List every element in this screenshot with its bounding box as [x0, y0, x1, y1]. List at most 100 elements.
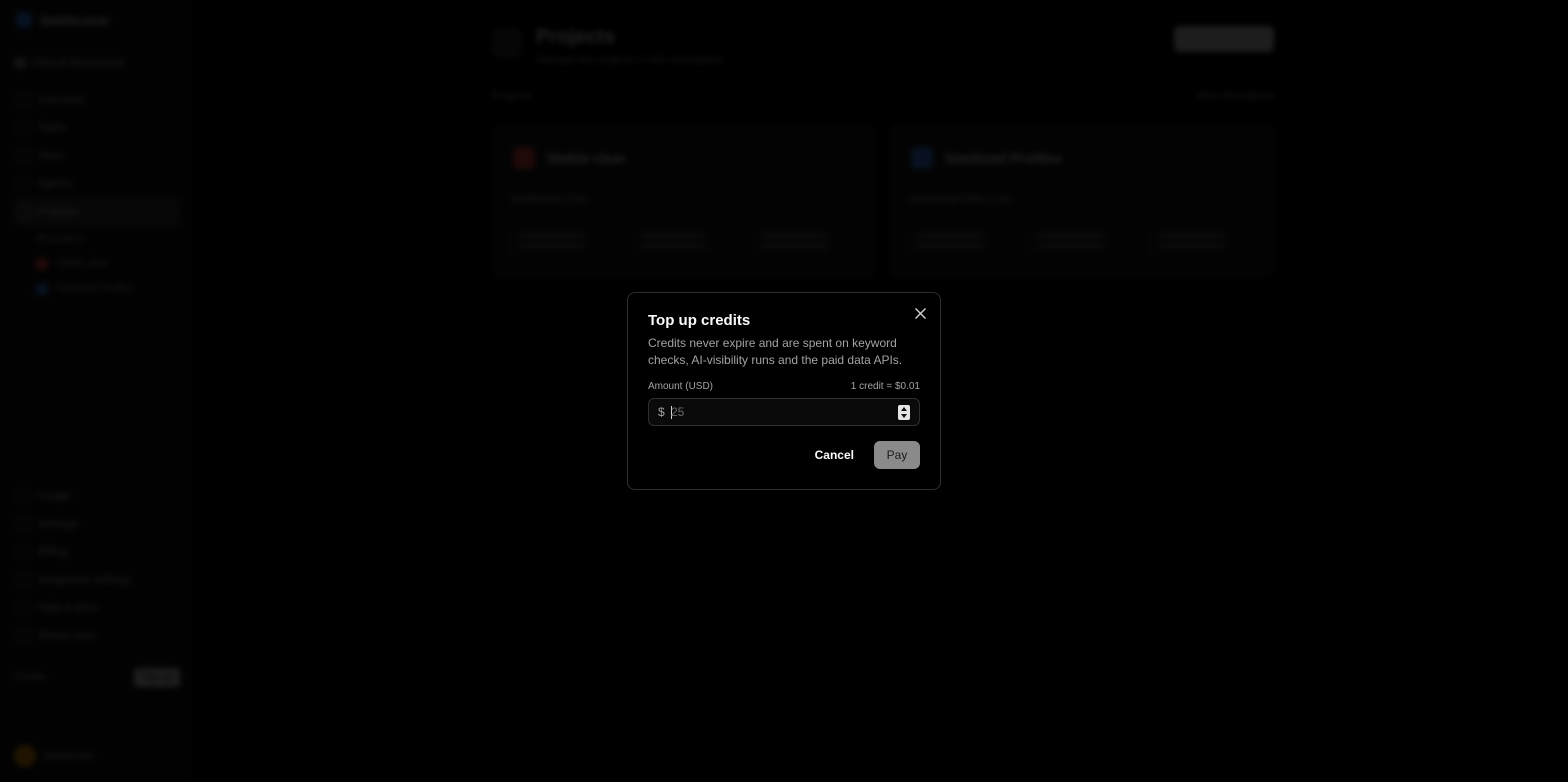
sidebar-top-up-button[interactable]: Top up: [133, 667, 180, 687]
sidebar-item-help[interactable]: Help & docs: [14, 594, 180, 622]
sidebar-nav: Overview Tasks Sites Agents Projects All…: [14, 86, 180, 301]
brand-name: Stableclear: [40, 12, 110, 28]
dialog-actions: Cancel Pay: [815, 441, 920, 469]
sparkle-icon: [18, 630, 30, 642]
top-up-credits-dialog: Top up credits Credits never expire and …: [627, 292, 941, 490]
sidebar-credits: Credits Top up: [14, 664, 180, 690]
stat: [753, 229, 857, 259]
sidebar-item-tasks[interactable]: Tasks: [14, 114, 180, 142]
close-icon: [914, 307, 926, 319]
agents-icon: [18, 178, 30, 190]
sidebar-item-settings[interactable]: Settings: [14, 510, 180, 538]
project-icon: [911, 147, 933, 169]
sidebar-subitem-project[interactable]: Stable clear: [14, 251, 180, 276]
cancel-button[interactable]: Cancel: [815, 448, 854, 462]
tasks-icon: [18, 122, 30, 134]
chevron-up-icon: [901, 406, 907, 411]
sidebar-item-label: Usage: [38, 490, 70, 502]
user-name: Stableclear: [44, 750, 95, 762]
sidebar-bottom-nav: Usage Settings Billing Integration setti…: [14, 482, 180, 650]
sidebar-item-sites[interactable]: Sites: [14, 142, 180, 170]
project-icon: [513, 147, 535, 169]
project-cards: Stable clear stableclear.com Sanitized P…: [492, 124, 1274, 278]
sidebar-item-label: Tasks: [38, 122, 67, 134]
projects-icon: [18, 206, 30, 218]
sidebar-item-whats-new[interactable]: What's new: [14, 622, 180, 650]
sidebar-item-label: Overview: [38, 94, 84, 106]
brand-logo: Stableclear: [16, 12, 109, 28]
page-title: Projects: [536, 26, 615, 48]
credits-label: Credits: [14, 671, 46, 683]
sidebar-item-label: Agents: [38, 178, 73, 190]
workspace-switcher[interactable]: Default Workspace: [14, 52, 180, 74]
project-card[interactable]: Sanitized Profiles sanitizedprofiles.com: [890, 124, 1274, 278]
chevron-down-icon: [901, 414, 907, 419]
sidebar-item-integrations[interactable]: Integration settings: [14, 566, 180, 594]
page-subtitle: Manage the projects in this workspace: [536, 54, 724, 66]
project-stats: [511, 229, 857, 259]
sidebar-item-label: Settings: [38, 518, 78, 530]
section-title: Projects: [492, 90, 532, 102]
view-all-link[interactable]: View all projects: [1195, 90, 1274, 102]
project-domain: stableclear.com: [511, 193, 588, 205]
currency-prefix: $: [658, 405, 665, 419]
new-project-button[interactable]: [1174, 26, 1274, 52]
dialog-description: Credits never expire and are spent on ke…: [648, 336, 903, 367]
avatar: [14, 745, 36, 767]
sidebar-item-usage[interactable]: Usage: [14, 482, 180, 510]
workspace-icon: [14, 57, 26, 69]
user-menu[interactable]: Stableclear: [14, 742, 180, 770]
page-header: Projects Manage the projects in this wor…: [492, 24, 1274, 72]
sidebar-item-billing[interactable]: Billing: [14, 538, 180, 566]
sidebar-item-label: Help & docs: [38, 602, 98, 614]
amount-field[interactable]: $: [648, 398, 920, 426]
close-button[interactable]: [912, 305, 928, 321]
sidebar-item-label: Integration settings: [38, 574, 131, 586]
project-color-icon: [36, 282, 48, 295]
sidebar-subitem-all-projects[interactable]: All projects: [14, 226, 180, 251]
sidebar: Stableclear Default Workspace Overview T…: [0, 0, 192, 782]
stat: [632, 229, 736, 259]
sidebar-item-agents[interactable]: Agents: [14, 170, 180, 198]
folder-icon: [492, 28, 522, 58]
workspace-name: Default Workspace: [32, 57, 125, 69]
amount-label-row: Amount (USD) 1 credit = $0.01: [648, 379, 920, 393]
brand-logo-icon: [16, 12, 32, 28]
sidebar-item-label: Projects: [38, 206, 78, 218]
sidebar-item-label: Sites: [38, 150, 63, 162]
stat: [1151, 229, 1255, 259]
project-card[interactable]: Stable clear stableclear.com: [492, 124, 876, 278]
section-header: Projects View all projects: [492, 90, 1274, 102]
stat: [511, 229, 615, 259]
help-icon: [18, 602, 30, 614]
amount-label: Amount (USD): [648, 380, 714, 392]
sidebar-item-projects[interactable]: Projects: [14, 198, 180, 226]
stat: [909, 229, 1013, 259]
sidebar-subitem-project[interactable]: Sanitized Profiles: [14, 276, 180, 301]
sidebar-subitem-label: Stable clear: [56, 258, 109, 269]
project-name: Sanitized Profiles: [945, 150, 1062, 166]
overview-icon: [18, 94, 30, 106]
dialog-title: Top up credits: [648, 312, 751, 329]
sidebar-item-label: What's new: [38, 630, 95, 642]
sidebar-item-label: Billing: [38, 546, 68, 558]
project-color-icon: [36, 257, 48, 270]
pay-button[interactable]: Pay: [874, 441, 920, 469]
stat: [1030, 229, 1134, 259]
settings-icon: [18, 518, 30, 530]
sidebar-subitem-label: Sanitized Profiles: [56, 283, 134, 294]
sidebar-item-overview[interactable]: Overview: [14, 86, 180, 114]
sidebar-subitem-label: All projects: [36, 233, 85, 244]
credit-rate: 1 credit = $0.01: [850, 380, 920, 392]
increment-button[interactable]: [898, 405, 910, 413]
amount-input[interactable]: [671, 402, 891, 422]
decrement-button[interactable]: [898, 413, 910, 421]
project-name: Stable clear: [547, 150, 626, 166]
usage-icon: [18, 490, 30, 502]
amount-stepper[interactable]: [898, 405, 910, 420]
billing-icon: [18, 546, 30, 558]
project-stats: [909, 229, 1255, 259]
integrations-icon: [18, 574, 30, 586]
sites-icon: [18, 150, 30, 162]
project-domain: sanitizedprofiles.com: [909, 193, 1012, 205]
